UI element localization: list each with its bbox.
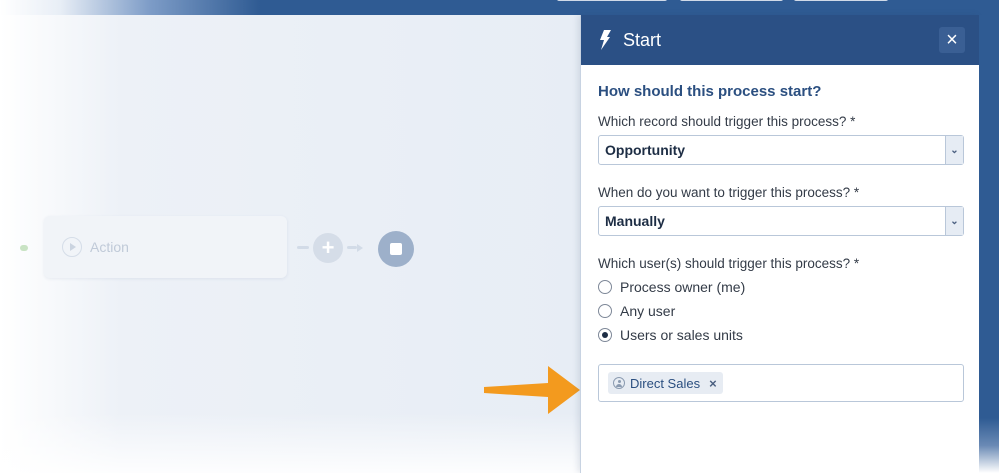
incoming-connector [20,245,28,251]
end-node[interactable] [378,231,414,267]
callout-arrow-icon [484,366,580,414]
toolbar-button[interactable] [794,0,888,1]
section-heading: How should this process start? [598,83,822,100]
radio-any-user[interactable]: Any user [598,299,963,323]
radio-label: Users or sales units [620,327,743,343]
connector-line [297,246,309,249]
radio-users-or-sales-units[interactable]: Users or sales units [598,323,963,347]
stop-icon [390,243,402,255]
action-node-label: Action [90,239,129,255]
trigger-select[interactable]: Manually ⌄ [598,206,964,236]
panel-body: How should this process start? Which rec… [581,65,979,402]
trigger-select-value: Manually [605,213,665,229]
close-button[interactable]: × [939,27,965,53]
start-settings-panel: Start × How should this process start? W… [580,15,979,473]
panel-header: Start × [581,15,979,65]
record-select[interactable]: Opportunity ⌄ [598,135,964,165]
radio-button[interactable] [598,280,612,294]
radio-button-selected[interactable] [598,328,612,342]
radio-label: Process owner (me) [620,279,746,295]
record-select-value: Opportunity [605,142,686,158]
chevron-down-icon[interactable]: ⌄ [945,207,963,235]
remove-tag-icon[interactable]: × [709,376,717,391]
radio-process-owner[interactable]: Process owner (me) [598,275,963,299]
lightning-bolt-icon [600,30,611,50]
users-tag-input[interactable]: Direct Sales × [598,364,964,402]
users-radio-group: Process owner (me) Any user Users or sal… [598,275,963,347]
selected-tag: Direct Sales × [608,372,723,394]
trigger-field-label: When do you want to trigger this process… [598,185,860,200]
plus-icon: + [321,235,335,260]
add-step-button[interactable]: + [313,233,343,263]
panel-title: Start [623,29,662,50]
users-field-label: Which user(s) should trigger this proces… [598,256,860,271]
radio-label: Any user [620,303,676,319]
background-edge [979,15,999,473]
toolbar-button[interactable] [680,0,783,1]
user-icon [613,377,625,389]
chevron-down-icon[interactable]: ⌄ [945,136,963,164]
arrow-icon [357,244,363,252]
toolbar-button[interactable] [557,0,667,1]
play-circle-icon [62,237,82,257]
close-icon: × [946,29,958,51]
connector-line [347,246,357,249]
top-app-bar [0,0,999,15]
radio-button[interactable] [598,304,612,318]
record-field-label: Which record should trigger this process… [598,114,856,129]
action-node[interactable]: Action [44,216,287,278]
tag-label: Direct Sales [630,375,701,391]
